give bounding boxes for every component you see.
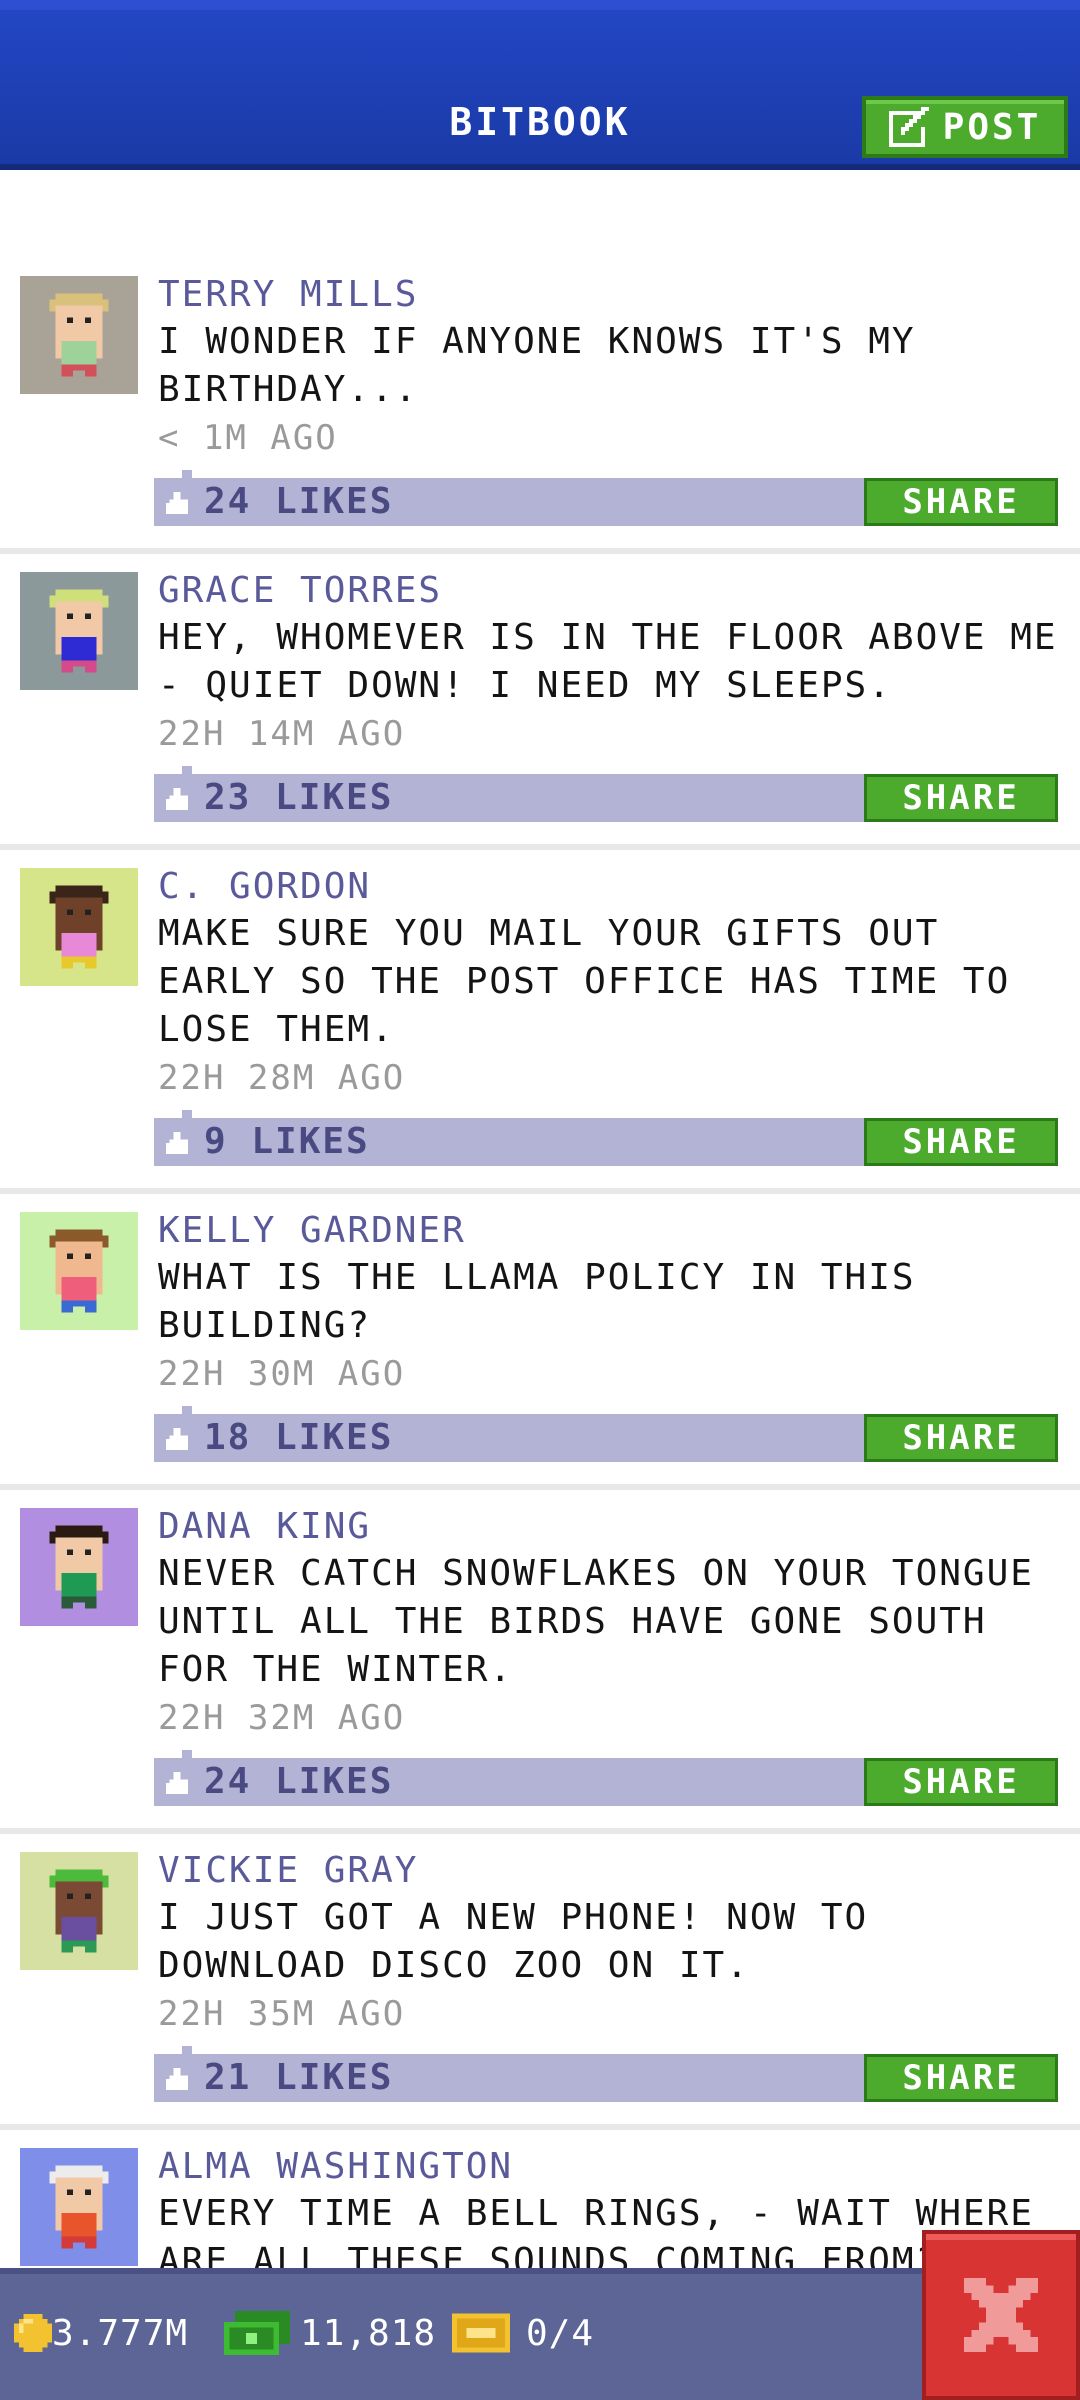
post-author[interactable]: C. GORDON — [158, 864, 1060, 910]
post-body: GRACE TORRES HEY, WHOMEVER IS IN THE FLOO… — [154, 554, 1080, 822]
avatar[interactable] — [20, 1852, 138, 1970]
like-icon[interactable] — [166, 2068, 188, 2090]
like-icon[interactable] — [166, 1428, 188, 1450]
avatar[interactable] — [20, 276, 138, 394]
post-card: KELLY GARDNER WHAT IS THE LLAMA POLICY IN… — [0, 1194, 1080, 1490]
app-header: BITBOOK POST — [0, 0, 1080, 170]
bucks-value: 11,818 — [300, 2312, 437, 2354]
like-bar: 9 LIKES SHARE — [154, 1110, 1058, 1166]
like-bar: 24 LIKES SHARE — [154, 470, 1058, 526]
feed-list: TERRY MILLS I WONDER IF ANYONE KNOWS IT'S… — [0, 258, 1080, 2322]
avatar[interactable] — [20, 1508, 138, 1626]
share-button[interactable]: SHARE — [864, 1414, 1058, 1462]
post-message: WHAT IS THE LLAMA POLICY IN THIS BUILDIN… — [158, 1257, 916, 1346]
like-icon[interactable] — [166, 788, 188, 810]
post-timestamp: 22H 14M AGO — [158, 714, 406, 754]
post-body: TERRY MILLS I WONDER IF ANYONE KNOWS IT'S… — [154, 258, 1080, 526]
post-timestamp: 22H 35M AGO — [158, 1994, 406, 2034]
like-bar: 21 LIKES SHARE — [154, 2046, 1058, 2102]
avatar[interactable] — [20, 572, 138, 690]
post-body: KELLY GARDNER WHAT IS THE LLAMA POLICY IN… — [154, 1194, 1080, 1462]
post-author[interactable]: ALMA WASHINGTON — [158, 2144, 1060, 2190]
post-author[interactable]: GRACE TORRES — [158, 568, 1060, 614]
currency-bar: 3.777M 11,818 0/4 — [0, 2268, 1080, 2400]
post-author[interactable]: KELLY GARDNER — [158, 1208, 1060, 1254]
like-icon[interactable] — [166, 492, 188, 514]
post-author[interactable]: DANA KING — [158, 1504, 1060, 1550]
close-button[interactable] — [922, 2230, 1080, 2400]
post-body: DANA KING NEVER CATCH SNOWFLAKES ON YOUR … — [154, 1490, 1080, 1806]
likes-count: 24 LIKES — [204, 481, 394, 522]
like-icon[interactable] — [166, 1132, 188, 1154]
post-timestamp: 22H 28M AGO — [158, 1058, 406, 1098]
likes-count: 24 LIKES — [204, 1761, 394, 1802]
likes-count: 18 LIKES — [204, 1417, 394, 1458]
cash-icon — [224, 2311, 290, 2355]
like-icon[interactable] — [166, 1772, 188, 1794]
post-message: HEY, WHOMEVER IS IN THE FLOOR ABOVE ME -… — [158, 617, 1058, 706]
coin-icon — [14, 2314, 52, 2352]
avatar[interactable] — [20, 1212, 138, 1330]
likes-count: 23 LIKES — [204, 777, 394, 818]
edit-icon — [888, 107, 929, 147]
post-card: VICKIE GRAY I JUST GOT A NEW PHONE! NOW T… — [0, 1834, 1080, 2130]
tickets-stat: 0/4 — [452, 2308, 594, 2358]
coins-value: 3.777M — [52, 2312, 189, 2354]
share-button[interactable]: SHARE — [864, 1118, 1058, 1166]
post-card: GRACE TORRES HEY, WHOMEVER IS IN THE FLOO… — [0, 554, 1080, 850]
likes-count: 21 LIKES — [204, 2057, 394, 2098]
coins-stat: 3.777M — [14, 2308, 188, 2358]
post-card: DANA KING NEVER CATCH SNOWFLAKES ON YOUR … — [0, 1490, 1080, 1834]
post-author[interactable]: VICKIE GRAY — [158, 1848, 1060, 1894]
post-timestamp: < 1M AGO — [158, 418, 338, 458]
post-message: I WONDER IF ANYONE KNOWS IT'S MY BIRTHDA… — [158, 321, 916, 410]
share-button[interactable]: SHARE — [864, 774, 1058, 822]
share-button[interactable]: SHARE — [864, 2054, 1058, 2102]
post-button[interactable]: POST — [862, 96, 1068, 158]
post-message: MAKE SURE YOU MAIL YOUR GIFTS OUT EARLY … — [158, 913, 1011, 1050]
tickets-value: 0/4 — [526, 2312, 595, 2354]
like-bar: 23 LIKES SHARE — [154, 766, 1058, 822]
avatar[interactable] — [20, 868, 138, 986]
avatar[interactable] — [20, 2148, 138, 2266]
share-button[interactable]: SHARE — [864, 1758, 1058, 1806]
post-timestamp: 22H 32M AGO — [158, 1698, 406, 1738]
post-body: C. GORDON MAKE SURE YOU MAIL YOUR GIFTS O… — [154, 850, 1080, 1166]
post-author[interactable]: TERRY MILLS — [158, 272, 1060, 318]
like-bar: 24 LIKES SHARE — [154, 1750, 1058, 1806]
post-timestamp: 22H 30M AGO — [158, 1354, 406, 1394]
post-body: VICKIE GRAY I JUST GOT A NEW PHONE! NOW T… — [154, 1834, 1080, 2102]
bucks-stat: 11,818 — [224, 2308, 436, 2358]
post-button-label: POST — [942, 106, 1042, 148]
post-message: I JUST GOT A NEW PHONE! NOW TO DOWNLOAD … — [158, 1897, 869, 1986]
post-message: NEVER CATCH SNOWFLAKES ON YOUR TONGUE UN… — [158, 1553, 1034, 1690]
close-icon — [964, 2278, 1038, 2352]
like-bar: 18 LIKES SHARE — [154, 1406, 1058, 1462]
share-button[interactable]: SHARE — [864, 478, 1058, 526]
post-card: TERRY MILLS I WONDER IF ANYONE KNOWS IT'S… — [0, 258, 1080, 554]
ticket-icon — [452, 2313, 510, 2353]
likes-count: 9 LIKES — [204, 1121, 370, 1162]
post-card: C. GORDON MAKE SURE YOU MAIL YOUR GIFTS O… — [0, 850, 1080, 1194]
